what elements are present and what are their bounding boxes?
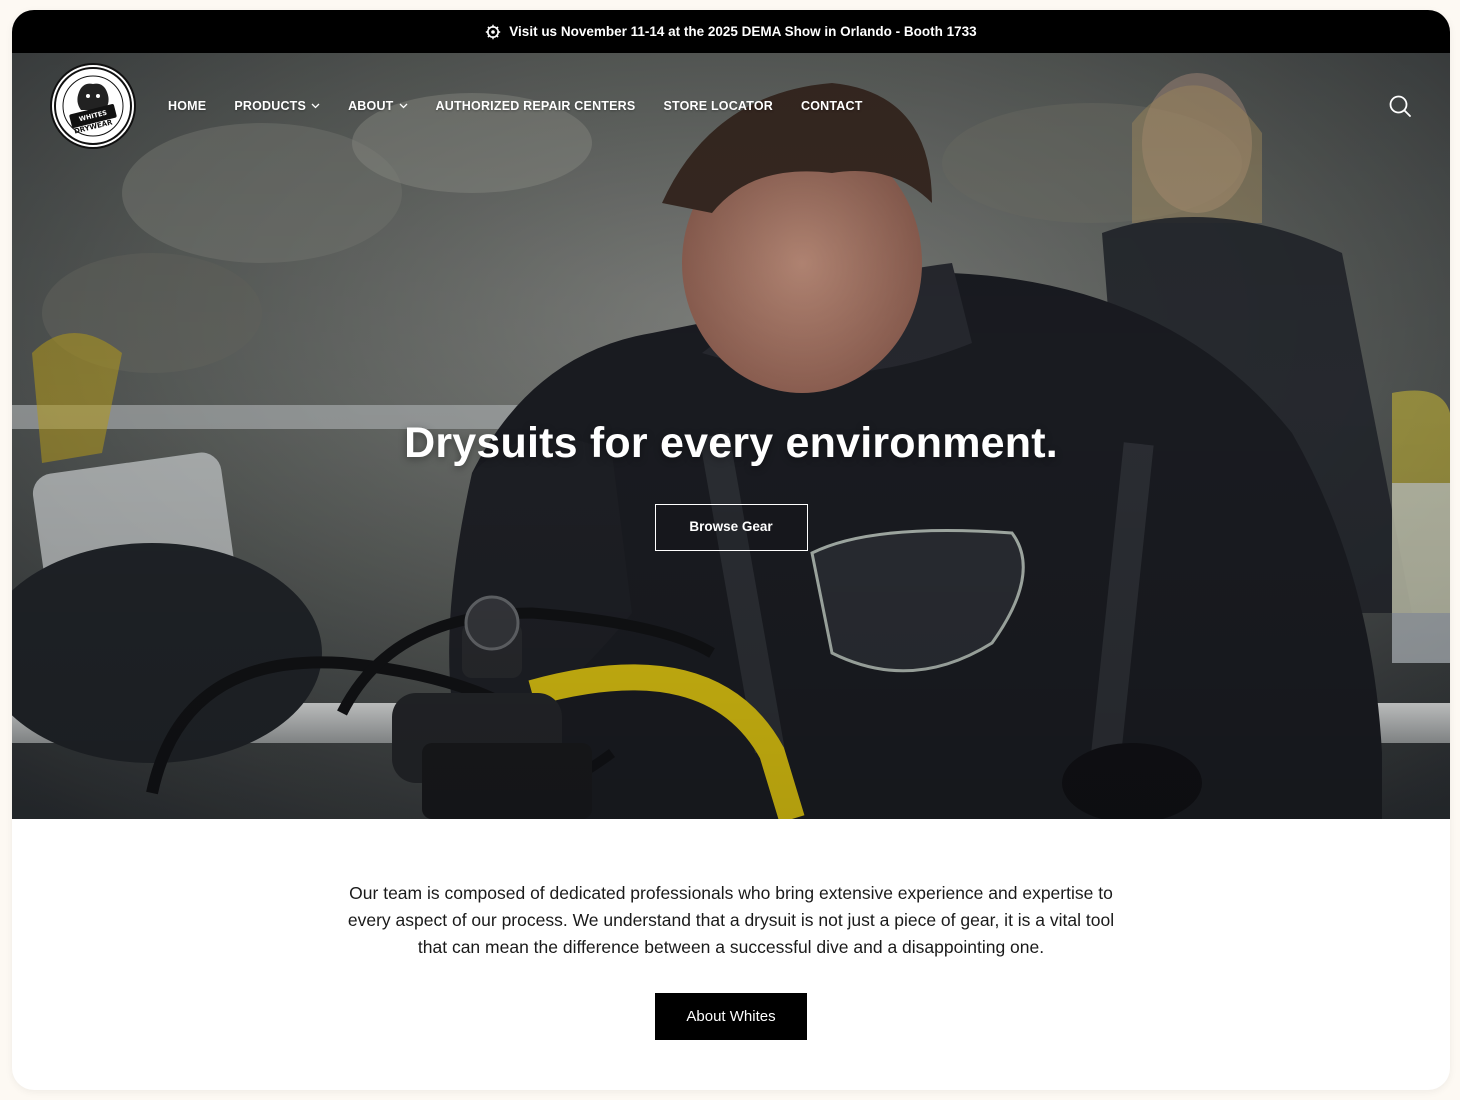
announcement-text: Visit us November 11-14 at the 2025 DEMA… bbox=[509, 24, 977, 39]
nav-products[interactable]: PRODUCTS bbox=[234, 99, 320, 113]
nav-about-label: ABOUT bbox=[348, 99, 394, 113]
hero-section: WHITES DRYWEAR HOME PRODUCTS ABOUT AUTHO… bbox=[12, 53, 1450, 819]
about-section: Our team is composed of dedicated profes… bbox=[12, 819, 1450, 1040]
nav-authorized-repair-centers[interactable]: AUTHORIZED REPAIR CENTERS bbox=[436, 99, 636, 113]
search-icon[interactable] bbox=[1388, 94, 1412, 118]
bear-logo-icon: WHITES DRYWEAR bbox=[54, 67, 132, 145]
about-text: Our team is composed of dedicated profes… bbox=[347, 883, 1115, 957]
page-card: Visit us November 11-14 at the 2025 DEMA… bbox=[12, 10, 1450, 1090]
site-header: WHITES DRYWEAR HOME PRODUCTS ABOUT AUTHO… bbox=[12, 53, 1450, 159]
browse-gear-button[interactable]: Browse Gear bbox=[654, 504, 808, 551]
nav-repair-label: AUTHORIZED REPAIR CENTERS bbox=[435, 99, 636, 113]
chevron-down-icon bbox=[311, 103, 320, 109]
hero-content: Drysuits for every environment. Browse G… bbox=[12, 419, 1450, 551]
announcement-bar[interactable]: Visit us November 11-14 at the 2025 DEMA… bbox=[12, 10, 1450, 53]
nav-store-locator-label: STORE LOCATOR bbox=[663, 99, 773, 113]
about-whites-button[interactable]: About Whites bbox=[655, 993, 807, 1040]
nav-products-label: PRODUCTS bbox=[234, 99, 307, 113]
nav-home-label: HOME bbox=[168, 99, 207, 113]
logo[interactable]: WHITES DRYWEAR bbox=[50, 63, 136, 149]
nav-home[interactable]: HOME bbox=[168, 99, 206, 113]
nav-store-locator[interactable]: STORE LOCATOR bbox=[663, 99, 773, 113]
nav-contact[interactable]: CONTACT bbox=[801, 99, 863, 113]
main-nav: HOME PRODUCTS ABOUT AUTHORIZED REPAIR CE… bbox=[168, 99, 863, 113]
chevron-down-icon bbox=[399, 103, 407, 109]
nav-contact-label: CONTACT bbox=[801, 99, 863, 113]
nav-about[interactable]: ABOUT bbox=[348, 99, 407, 113]
wheel-icon bbox=[486, 24, 501, 39]
hero-title: Drysuits for every environment. bbox=[404, 419, 1058, 467]
